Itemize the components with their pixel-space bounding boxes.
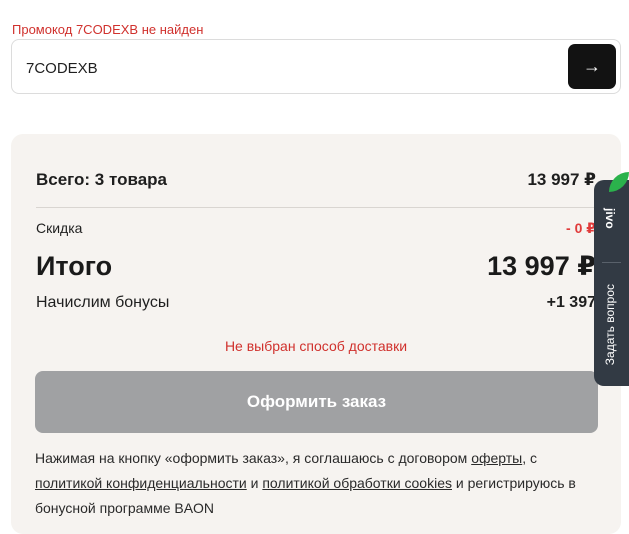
shipping-warning: Не выбран способ доставки — [224, 338, 408, 354]
discount-value: - 0 ₽ — [566, 220, 596, 236]
bonus-value: +1 397 — [546, 294, 596, 311]
agreement-text: Нажимая на кнопку «оформить заказ», я со… — [35, 446, 595, 521]
offer-link[interactable]: оферты — [471, 450, 522, 466]
cookies-policy-link[interactable]: политикой обработки cookies — [262, 475, 452, 491]
privacy-policy-link[interactable]: политикой конфиденциальности — [35, 475, 247, 491]
items-row: Всего: 3 товара 13 997 ₽ — [36, 170, 596, 190]
discount-label: Скидка — [36, 220, 83, 236]
summary-divider — [36, 207, 601, 208]
grand-total-value: 13 997 ₽ — [487, 251, 596, 281]
promo-code-field: → — [11, 39, 621, 94]
agreement-text-part: , с — [522, 450, 538, 466]
checkout-button[interactable]: Оформить заказ — [35, 371, 598, 433]
arrow-right-icon: → — [583, 56, 601, 76]
promo-submit-button[interactable]: → — [568, 44, 616, 89]
ask-question-label: Задать вопрос — [603, 284, 617, 366]
chat-widget-tab[interactable]: jivo Задать вопрос — [594, 172, 629, 386]
chat-brand-logo: jivo — [603, 208, 617, 229]
grand-total-label: Итого — [36, 251, 113, 281]
agreement-text-part: Нажимая на кнопку «оформить заказ», я со… — [35, 450, 472, 466]
grand-total-row: Итого 13 997 ₽ — [36, 251, 596, 282]
bonus-row: Начислим бонусы +1 397 — [36, 294, 596, 312]
order-summary: Всего: 3 товара 13 997 ₽ Скидка - 0 ₽ Ит… — [11, 134, 621, 534]
promo-code-input[interactable] — [24, 54, 548, 82]
promo-error-message: Промокод 7CODEXB не найден — [12, 22, 204, 37]
bonus-label: Начислим бонусы — [36, 294, 170, 311]
chat-divider — [602, 262, 621, 263]
items-total-value: 13 997 ₽ — [527, 170, 596, 189]
discount-row: Скидка - 0 ₽ — [36, 220, 596, 237]
items-count-label: Всего: 3 товара — [36, 170, 167, 189]
agreement-text-part: и — [246, 475, 263, 491]
